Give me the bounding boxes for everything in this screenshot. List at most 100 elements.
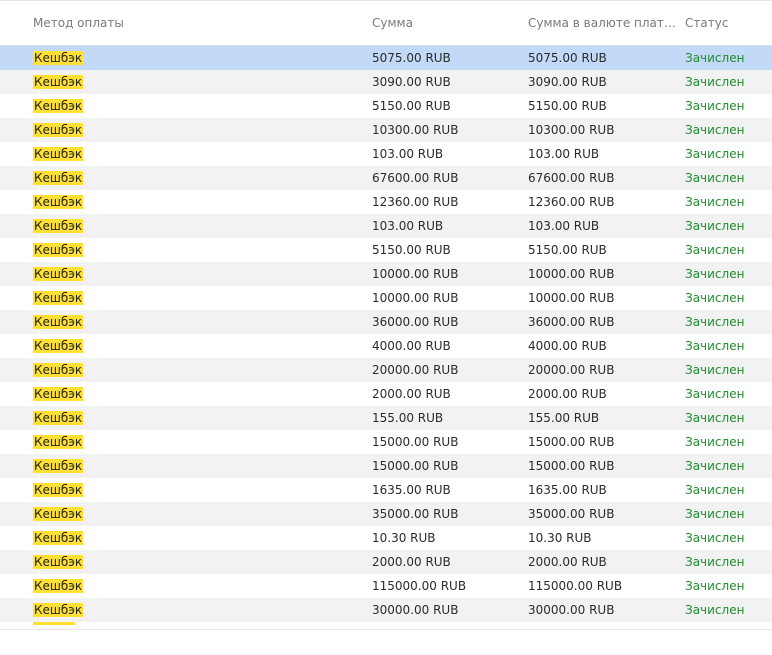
- cell-currency-sum: 30000.00 RUB: [528, 603, 615, 617]
- method-label: Кешбэк: [33, 51, 84, 65]
- table-row[interactable]: Кешбэк 103.00 RUB 103.00 RUB Зачислен: [0, 142, 772, 166]
- table-row[interactable]: Кешбэк 5150.00 RUB 5150.00 RUB Зачислен: [0, 94, 772, 118]
- status-badge: Зачислен: [685, 75, 745, 89]
- table-row[interactable]: Кешбэк 67600.00 RUB 67600.00 RUB Зачислен: [0, 166, 772, 190]
- table-row[interactable]: Кешбэк 103.00 RUB 103.00 RUB Зачислен: [0, 214, 772, 238]
- cell-method: Кешбэк: [33, 598, 353, 622]
- cell-sum: 5075.00 RUB: [372, 51, 451, 65]
- table-row[interactable]: Кешбэк 30000.00 RUB 30000.00 RUB Зачислен: [0, 598, 772, 622]
- cell-method: Кешбэк: [33, 358, 353, 382]
- cell-status: Зачислен: [685, 310, 770, 334]
- table-row[interactable]: Кешбэк 155.00 RUB 155.00 RUB Зачислен: [0, 406, 772, 430]
- table-row[interactable]: Кешбэк 36000.00 RUB 36000.00 RUB Зачислен: [0, 310, 772, 334]
- status-badge: Зачислен: [685, 195, 745, 209]
- table-row[interactable]: Кешбэк 2000.00 RUB 2000.00 RUB Зачислен: [0, 382, 772, 406]
- cell-currency-sum: 1635.00 RUB: [528, 483, 607, 497]
- cell-sum: 36000.00 RUB: [372, 315, 459, 329]
- table-row[interactable]: Кешбэк 20000.00 RUB 20000.00 RUB Зачислен: [0, 358, 772, 382]
- method-label: Кешбэк: [33, 459, 84, 473]
- cell-currency-sum: 5150.00 RUB: [528, 243, 607, 257]
- cell-sum: 15000.00 RUB: [372, 435, 459, 449]
- method-label: Кешбэк: [33, 171, 84, 185]
- cell-method: Кешбэк: [33, 334, 353, 358]
- status-badge: Зачислен: [685, 147, 745, 161]
- cell-method: Кешбэк: [33, 118, 353, 142]
- table-row[interactable]: Кешбэк 12360.00 RUB 12360.00 RUB Зачислен: [0, 190, 772, 214]
- cell-status: Зачислен: [685, 526, 770, 550]
- cell-currency-sum: 10000.00 RUB: [528, 291, 615, 305]
- table-row[interactable]: Кешбэк 10.30 RUB 10.30 RUB Зачислен: [0, 526, 772, 550]
- table-row[interactable]: Кешбэк 35000.00 RUB 35000.00 RUB Зачислен: [0, 502, 772, 526]
- cell-sum: 20000.00 RUB: [372, 363, 459, 377]
- cell-sum: 67600.00 RUB: [372, 171, 459, 185]
- status-badge: Зачислен: [685, 291, 745, 305]
- cell-status: Зачислен: [685, 238, 770, 262]
- method-label: Кешбэк: [33, 339, 84, 353]
- table-row[interactable]: Кешбэк 3090.00 RUB 3090.00 RUB Зачислен: [0, 70, 772, 94]
- status-badge: Зачислен: [685, 363, 745, 377]
- cell-status: Зачислен: [685, 190, 770, 214]
- cell-currency-sum: 10.30 RUB: [528, 531, 592, 545]
- cell-status: Зачислен: [685, 382, 770, 406]
- cell-status: Зачислен: [685, 334, 770, 358]
- status-badge: Зачислен: [685, 123, 745, 137]
- cell-sum: 103.00 RUB: [372, 147, 444, 161]
- table-row[interactable]: Кешбэк 15000.00 RUB 15000.00 RUB Зачислен: [0, 430, 772, 454]
- payments-table: Метод оплаты Сумма Сумма в валюте плат… …: [0, 0, 772, 630]
- cell-status: Зачислен: [685, 574, 770, 598]
- status-badge: Зачислен: [685, 531, 745, 545]
- method-label: Кешбэк: [33, 147, 84, 161]
- cell-status: Зачислен: [685, 454, 770, 478]
- cell-status: Зачислен: [685, 214, 770, 238]
- cell-status: Зачислен: [685, 142, 770, 166]
- table-row[interactable]: Кешбэк 5075.00 RUB 5075.00 RUB Зачислен: [0, 46, 772, 70]
- cell-currency-sum: 15000.00 RUB: [528, 435, 615, 449]
- cell-sum: 10300.00 RUB: [372, 123, 459, 137]
- cell-currency-sum: 10300.00 RUB: [528, 123, 615, 137]
- column-header-method[interactable]: Метод оплаты: [33, 1, 353, 46]
- status-badge: Зачислен: [685, 459, 745, 473]
- cell-method: Кешбэк: [33, 454, 353, 478]
- cell-currency-sum: 2000.00 RUB: [528, 555, 607, 569]
- cell-method: Кешбэк: [33, 190, 353, 214]
- cell-currency-sum: 2000.00 RUB: [528, 387, 607, 401]
- table-row[interactable]: Кешбэк 1635.00 RUB 1635.00 RUB Зачислен: [0, 478, 772, 502]
- cell-method: Кешбэк: [33, 70, 353, 94]
- cell-currency-sum: 103.00 RUB: [528, 147, 600, 161]
- cell-sum: 30000.00 RUB: [372, 603, 459, 617]
- cell-currency-sum: 20000.00 RUB: [528, 363, 615, 377]
- table-row[interactable]: Кешбэк 5150.00 RUB 5150.00 RUB Зачислен: [0, 238, 772, 262]
- highlight-mark: [33, 622, 75, 625]
- cell-method: Кешбэк: [33, 46, 353, 70]
- cell-sum: 5150.00 RUB: [372, 243, 451, 257]
- method-label: Кешбэк: [33, 75, 84, 89]
- method-label: Кешбэк: [33, 363, 84, 377]
- table-row[interactable]: Кешбэк 115000.00 RUB 115000.00 RUB Зачислен: [0, 574, 772, 598]
- status-badge: Зачислен: [685, 219, 745, 233]
- table-row[interactable]: Кешбэк 10300.00 RUB 10300.00 RUB Зачислен: [0, 118, 772, 142]
- method-label: Кешбэк: [33, 195, 84, 209]
- table-row[interactable]: Кешбэк 4000.00 RUB 4000.00 RUB Зачислен: [0, 334, 772, 358]
- table-row[interactable]: Кешбэк 10000.00 RUB 10000.00 RUB Зачислен: [0, 262, 772, 286]
- cell-status: Зачислен: [685, 358, 770, 382]
- status-badge: Зачислен: [685, 555, 745, 569]
- method-label: Кешбэк: [33, 219, 84, 233]
- column-header-currency-sum[interactable]: Сумма в валюте плат…: [528, 1, 678, 46]
- cell-status: Зачислен: [685, 550, 770, 574]
- cell-sum: 115000.00 RUB: [372, 579, 467, 593]
- cell-status: Зачислен: [685, 118, 770, 142]
- table-row-partial: [0, 622, 772, 629]
- cell-sum: 103.00 RUB: [372, 219, 444, 233]
- status-badge: Зачислен: [685, 243, 745, 257]
- column-header-status[interactable]: Статус: [685, 1, 770, 46]
- column-header-sum[interactable]: Сумма: [372, 1, 522, 46]
- table-row[interactable]: Кешбэк 15000.00 RUB 15000.00 RUB Зачислен: [0, 454, 772, 478]
- cell-currency-sum: 35000.00 RUB: [528, 507, 615, 521]
- cell-method: Кешбэк: [33, 238, 353, 262]
- table-row[interactable]: Кешбэк 10000.00 RUB 10000.00 RUB Зачислен: [0, 286, 772, 310]
- table-row[interactable]: Кешбэк 2000.00 RUB 2000.00 RUB Зачислен: [0, 550, 772, 574]
- cell-method: Кешбэк: [33, 286, 353, 310]
- status-badge: Зачислен: [685, 99, 745, 113]
- cell-method: Кешбэк: [33, 406, 353, 430]
- method-label: Кешбэк: [33, 243, 84, 257]
